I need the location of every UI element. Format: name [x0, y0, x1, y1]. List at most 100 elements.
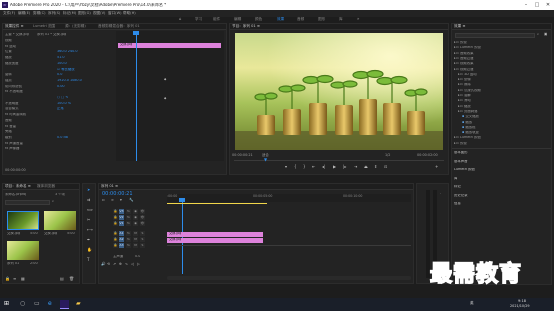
thumbnail-3[interactable]	[7, 241, 39, 260]
track-lock-icon[interactable]: 🔒	[113, 215, 118, 220]
more-workspaces-icon[interactable]: »	[357, 17, 359, 21]
hand-tool-icon[interactable]: ✋	[87, 248, 92, 252]
track-lock-icon[interactable]: 🔒	[113, 237, 118, 242]
workspace-graphics[interactable]: 图形	[318, 17, 325, 22]
track-label[interactable]: V3	[119, 209, 124, 214]
track-solo-icon[interactable]: S	[140, 243, 145, 248]
effects-folder[interactable]: ▸▭ 划像	[458, 78, 471, 81]
tab-sequence-01[interactable]: 序列 01 ≡	[101, 184, 118, 189]
effect-property-row[interactable]: 旋转 0.0	[5, 73, 115, 76]
audio-icon[interactable]: 🔊	[101, 262, 105, 267]
mark-in-icon[interactable]: {	[294, 165, 297, 169]
effect-property-value[interactable]: ☑ 等比缩放	[57, 68, 75, 71]
ime-language[interactable]: 英	[470, 301, 474, 306]
effect-property-row[interactable]: 位置 360.0 240.0	[5, 50, 115, 53]
keyframe-icon[interactable]: ◆	[164, 78, 166, 81]
tab-source[interactable]: 源：(无剪辑)	[65, 24, 86, 29]
workspace-assembly[interactable]: 组件	[213, 17, 220, 22]
project-search-input[interactable]	[5, 200, 50, 205]
menu-graphics[interactable]: 图形(G)	[78, 11, 91, 16]
thumbnail-1[interactable]	[7, 211, 39, 230]
track-solo-icon[interactable]: S	[140, 231, 145, 236]
next-icon[interactable]: ▷	[137, 262, 140, 267]
menu-window[interactable]: 窗口(W)	[108, 11, 122, 16]
effects-folder[interactable]: ▸▭ 擦除	[458, 83, 471, 86]
lock-icon[interactable]: 🔒	[5, 277, 10, 281]
mark-out-icon[interactable]: }	[303, 165, 306, 169]
track-output-icon[interactable]: ◉	[133, 215, 138, 220]
tab-lumetri-scopes[interactable]: Lumetri 范围	[33, 24, 55, 29]
track-lock-icon[interactable]: 🔒	[113, 209, 118, 214]
track-sync-icon[interactable]: ⇆	[126, 243, 131, 248]
clock-date[interactable]: 2021/10/29	[510, 304, 530, 308]
effect-property-row[interactable]: fx 时间重映射	[5, 113, 115, 116]
panel-section-label[interactable]: Lumetri 颜色	[454, 168, 475, 171]
track-lock-icon[interactable]: 🔒	[113, 231, 118, 236]
list-view-icon[interactable]: ≡	[13, 277, 16, 281]
effects-folder[interactable]: ▸▭ 3D 运动	[458, 73, 477, 76]
effect-property-row[interactable]: 混合模式 正常	[5, 107, 115, 110]
go-to-out-icon[interactable]: ⇥	[354, 165, 357, 169]
play-icon[interactable]: ▶	[333, 165, 336, 169]
type-tool-icon[interactable]: T	[87, 258, 89, 262]
workspace-audio[interactable]: 音频	[297, 17, 304, 22]
menu-help[interactable]: 帮助(H)	[123, 11, 136, 16]
sequence-clip-label[interactable]: 序列 01 * 交换.jpg	[37, 33, 66, 36]
track-mute-icon[interactable]: M	[133, 237, 138, 242]
extract-icon[interactable]: ⇞	[374, 165, 377, 169]
effect-property-row[interactable]: ☑ 等比缩放	[5, 68, 115, 71]
track-visibility-icon[interactable]: 👁	[140, 215, 145, 220]
menu-sequence[interactable]: 序列(S)	[48, 11, 60, 16]
edge-icon[interactable]: e	[48, 301, 52, 307]
effects-folder[interactable]: ▸▭ 沉浸式视频	[458, 89, 481, 92]
effects-folder[interactable]: ▸▭ 预设	[454, 41, 467, 44]
effect-property-value[interactable]: 0.00	[57, 85, 65, 88]
effect-property-value[interactable]: 0.0	[57, 73, 62, 76]
step-back-icon[interactable]: ◂|	[322, 165, 325, 169]
icon-view-icon[interactable]: ▦	[21, 277, 25, 281]
panel-section-label[interactable]: 标记	[454, 185, 461, 188]
track-sync-icon[interactable]: ⇆	[126, 237, 131, 242]
effect-property-value[interactable]: 正常	[57, 107, 64, 110]
effect-property-row[interactable]: 防闪烁滤镜 0.00	[5, 85, 115, 88]
close-icon[interactable]: ✕	[544, 2, 552, 8]
menu-marker[interactable]: 标记(M)	[63, 11, 76, 16]
track-label[interactable]: V1	[119, 221, 124, 226]
effect-property-value[interactable]: 1920.0 1080.0	[57, 79, 82, 82]
workspace-libraries[interactable]: 库	[339, 17, 343, 22]
effect-property-row[interactable]: fx 声道音量	[5, 142, 115, 145]
effect-property-value[interactable]: 100.0 %	[57, 102, 71, 105]
slip-tool-icon[interactable]: ⟷	[87, 228, 93, 232]
track-sync-icon[interactable]: ⇆	[126, 231, 131, 236]
effect-property-value[interactable]: 100.0	[57, 62, 67, 65]
effects-folder[interactable]: ▸▭ 页面剥落	[458, 110, 478, 113]
waveform-icon[interactable]: ∿	[125, 262, 128, 267]
track-label[interactable]: A1	[119, 231, 124, 236]
time-ruler[interactable]: :00:00 00:00:05:00 00:00:10:00	[167, 194, 411, 202]
search-icon[interactable]: ⌕	[537, 32, 539, 37]
track-label[interactable]: A3	[119, 243, 124, 248]
effects-folder[interactable]: ▸▭ 视频过渡	[454, 68, 474, 71]
accelerated-effects-icon[interactable]: ▣	[544, 32, 547, 37]
track-sync-icon[interactable]: ⇆	[126, 221, 131, 226]
effects-folder[interactable]: ▸▭ 音频过渡	[454, 57, 474, 60]
wrench-icon[interactable]: 🔧	[129, 198, 133, 203]
export-frame-icon[interactable]: ⊡	[384, 165, 387, 169]
effect-property-row[interactable]: 视频	[5, 39, 115, 42]
v1-clip[interactable]: 交换.jpg	[167, 232, 263, 237]
pen-tool-icon[interactable]: ✒	[87, 238, 90, 242]
tab-media-browser[interactable]: 媒体浏览器	[37, 184, 55, 189]
maximize-icon[interactable]: □	[533, 2, 541, 8]
effect-property-value[interactable]: ○ □ ✎	[57, 96, 68, 99]
button-editor-icon[interactable]: +	[435, 165, 438, 169]
tab-effects[interactable]: 效果 ≡	[454, 24, 465, 29]
track-label[interactable]: A2	[119, 237, 124, 242]
windows-start-icon[interactable]: ⊞	[4, 301, 9, 307]
track-select-tool-icon[interactable]: ⇉	[87, 198, 90, 202]
effects-folder[interactable]: ▸▭ 缩放	[458, 105, 471, 108]
panel-section-label[interactable]: 库	[454, 177, 457, 180]
menu-edit[interactable]: 编辑(E)	[18, 11, 30, 16]
effects-item[interactable]: ▪ 缩放轨迹	[462, 131, 479, 134]
menu-file[interactable]: 文件(F)	[3, 11, 15, 16]
effect-property-row[interactable]: 不透明度 100.0 %	[5, 102, 115, 105]
